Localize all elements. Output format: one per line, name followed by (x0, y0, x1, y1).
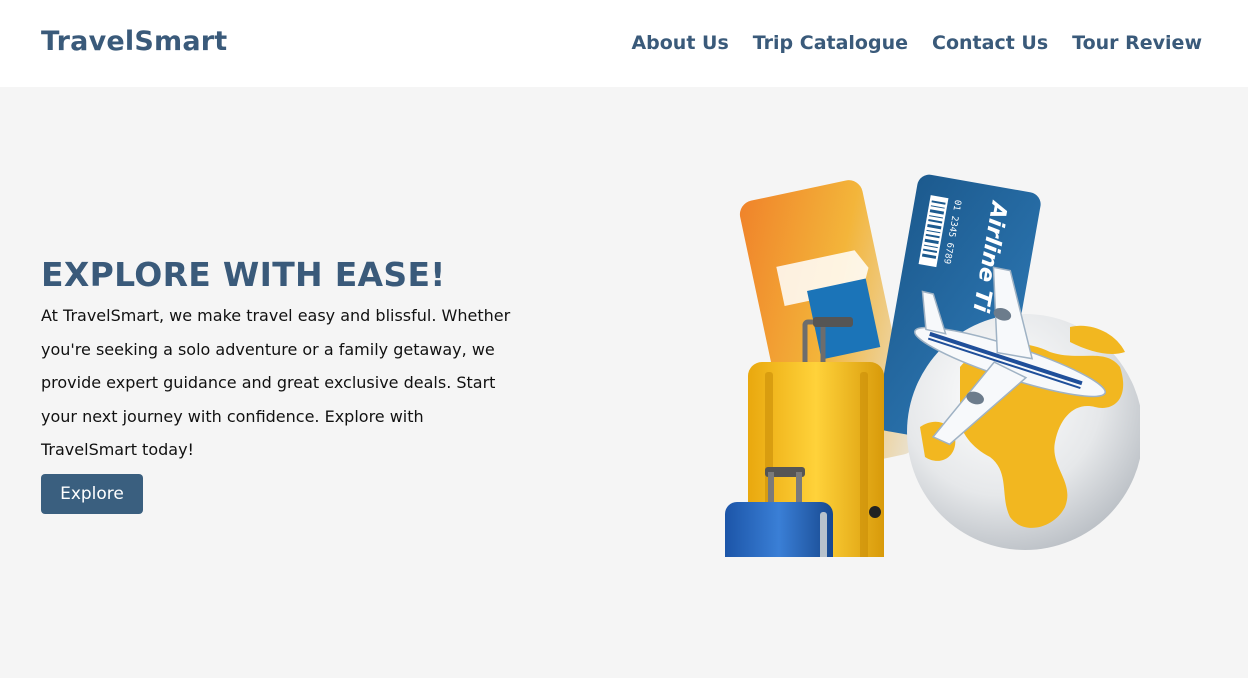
hero-description: At TravelSmart, we make travel easy and … (41, 306, 511, 459)
main-nav: About Us Trip Catalogue Contact Us Tour … (631, 32, 1202, 54)
travel-illustration: Airline Ti 01 2345 6789 (725, 174, 1140, 557)
nav-link-tour-review[interactable]: Tour Review (1072, 32, 1202, 54)
hero-section: EXPLORE WITH EASE! At TravelSmart, we ma… (0, 87, 1248, 678)
site-logo[interactable]: TravelSmart (41, 26, 227, 57)
hero-title: EXPLORE WITH EASE! (41, 255, 446, 294)
footer-strip (0, 678, 1248, 696)
nav-link-contact-us[interactable]: Contact Us (932, 32, 1048, 54)
nav-link-about-us[interactable]: About Us (631, 32, 728, 54)
explore-button[interactable]: Explore (41, 474, 143, 514)
nav-link-trip-catalogue[interactable]: Trip Catalogue (753, 32, 908, 54)
navbar: TravelSmart About Us Trip Catalogue Cont… (0, 0, 1248, 87)
